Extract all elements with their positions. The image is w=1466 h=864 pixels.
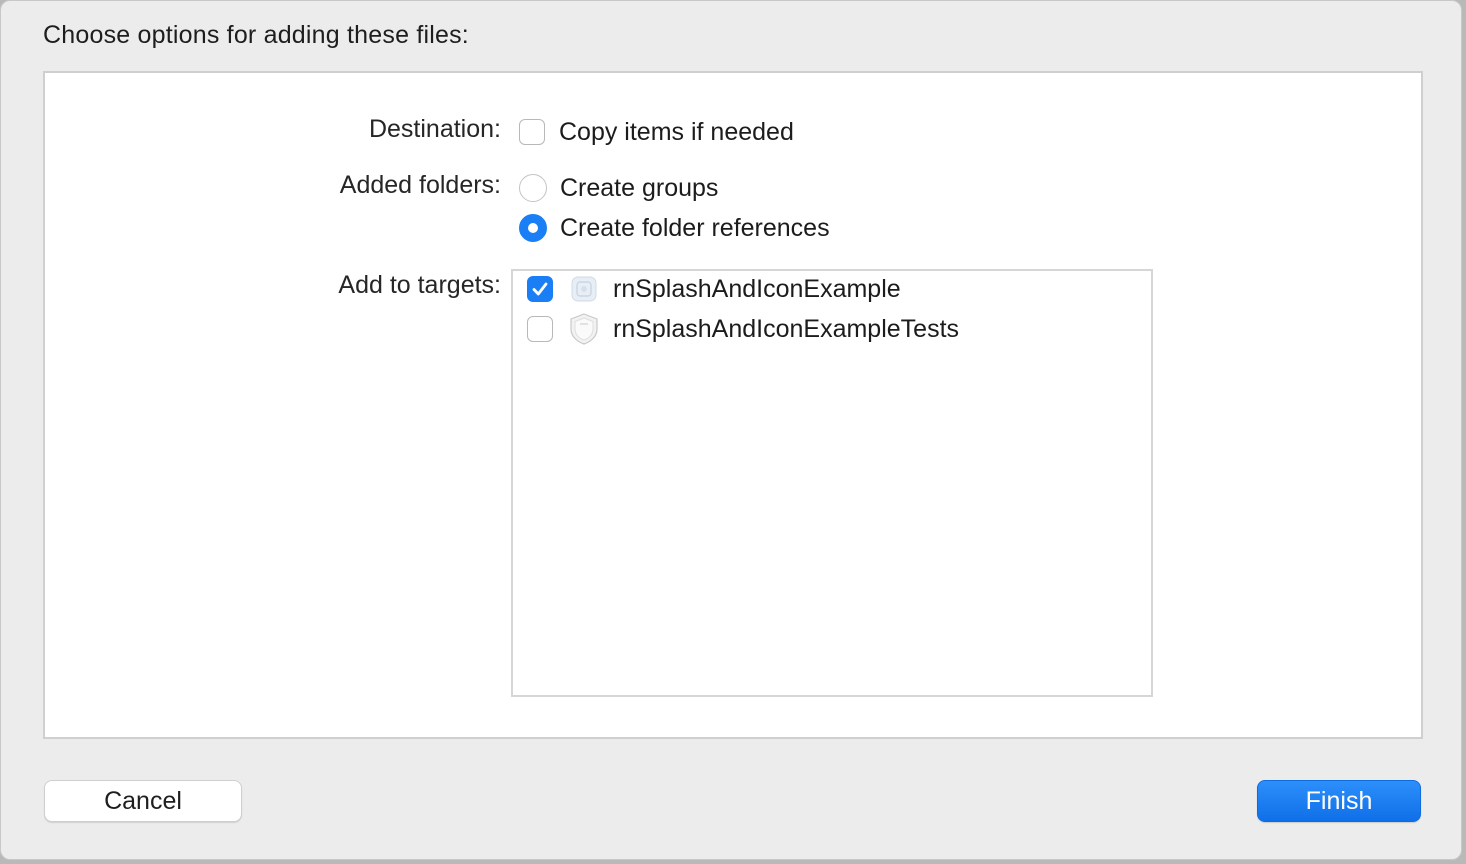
added-folders-label: Added folders:	[339, 171, 501, 199]
destination-label: Destination:	[368, 115, 501, 143]
radio-button-selected[interactable]	[519, 214, 547, 242]
add-to-targets-label: Add to targets:	[338, 271, 501, 299]
create-folder-references-label: Create folder references	[560, 213, 830, 242]
checkbox-box[interactable]	[519, 119, 545, 145]
copy-items-checkbox[interactable]: Copy items if needed	[519, 117, 794, 147]
target-label: rnSplashAndIconExampleTests	[613, 314, 960, 343]
options-panel: Destination: Copy items if needed Added …	[43, 71, 1423, 739]
copy-items-label: Copy items if needed	[559, 117, 794, 146]
create-folder-references-radio[interactable]: Create folder references	[519, 213, 830, 243]
app-target-icon	[567, 272, 601, 306]
test-shield-icon	[567, 312, 601, 346]
target-row[interactable]: rnSplashAndIconExample	[527, 273, 901, 305]
create-groups-radio[interactable]: Create groups	[519, 173, 718, 203]
dialog-heading: Choose options for adding these files:	[43, 21, 469, 49]
targets-list[interactable]: rnSplashAndIconExample rnSplashAndIconEx…	[511, 269, 1153, 697]
target-label: rnSplashAndIconExample	[613, 274, 901, 303]
target-checkbox-checked[interactable]	[527, 276, 553, 302]
create-groups-label: Create groups	[560, 173, 719, 202]
cancel-button[interactable]: Cancel	[44, 780, 242, 822]
finish-button[interactable]: Finish	[1257, 780, 1421, 822]
radio-button[interactable]	[519, 174, 547, 202]
add-files-dialog: Choose options for adding these files: D…	[0, 0, 1462, 860]
target-checkbox[interactable]	[527, 316, 553, 342]
target-row[interactable]: rnSplashAndIconExampleTests	[527, 313, 959, 345]
checkmark-icon	[532, 282, 548, 296]
